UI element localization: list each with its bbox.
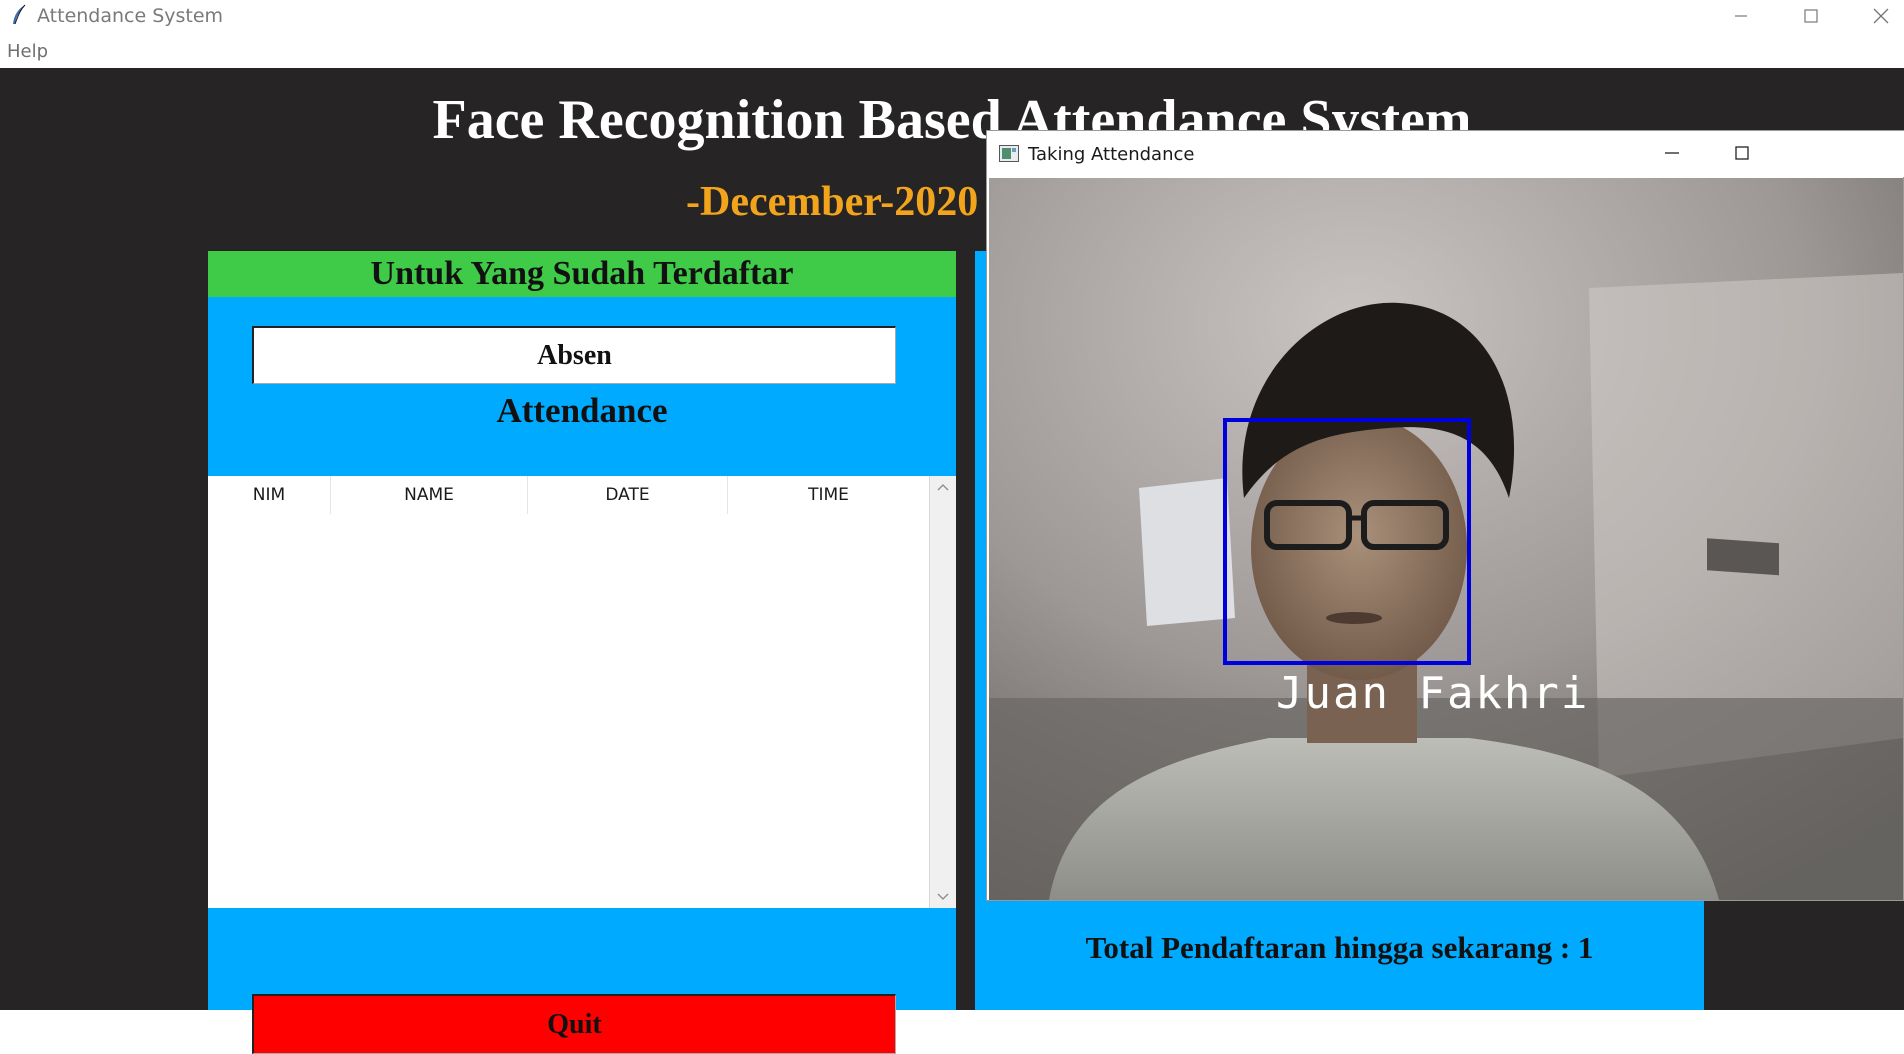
registered-panel-header: Untuk Yang Sudah Terdaftar — [208, 251, 956, 297]
window-title: Attendance System — [37, 5, 224, 27]
window-titlebar: Attendance System — [0, 0, 1904, 32]
total-registration-label: Total Pendaftaran hingga sekarang : 1 — [1085, 930, 1594, 965]
maximize-icon — [1804, 9, 1818, 23]
camera-window: Taking Attendance Juan Fakhri — [986, 130, 1904, 901]
column-header-date[interactable]: DATE — [528, 476, 728, 514]
maximize-button[interactable] — [1776, 0, 1846, 32]
close-icon — [1873, 8, 1889, 24]
menu-bar: Help — [0, 32, 1904, 69]
camera-window-title: Taking Attendance — [1028, 144, 1195, 165]
close-button[interactable] — [1846, 0, 1904, 32]
feather-icon — [13, 4, 26, 25]
attendance-table[interactable]: NIM NAME DATE TIME — [208, 476, 956, 908]
column-header-name[interactable]: NAME — [331, 476, 528, 514]
camera-frame-image — [989, 178, 1903, 900]
date-label: -December-2020 — [686, 179, 979, 225]
attendance-label: Attendance — [496, 391, 668, 430]
quit-button[interactable]: Quit — [252, 994, 896, 1054]
camera-feed: Juan Fakhri — [989, 178, 1903, 900]
table-scrollbar[interactable] — [929, 476, 956, 908]
menu-help[interactable]: Help — [7, 41, 48, 62]
minimize-button[interactable] — [1706, 0, 1776, 32]
scroll-down-icon[interactable] — [936, 892, 950, 902]
image-window-icon — [999, 145, 1019, 162]
column-header-time[interactable]: TIME — [728, 476, 929, 514]
minimize-icon[interactable] — [1663, 144, 1681, 162]
maximize-icon[interactable] — [1733, 144, 1751, 162]
camera-window-titlebar: Taking Attendance — [987, 131, 1904, 177]
absen-button[interactable]: Absen — [252, 326, 896, 384]
column-header-nim[interactable]: NIM — [208, 476, 331, 514]
scroll-up-icon[interactable] — [936, 482, 950, 492]
minimize-icon — [1735, 15, 1747, 17]
recognized-name-label: Juan Fakhri — [1276, 668, 1590, 719]
registration-panel: Total Pendaftaran hingga sekarang : 1 — [975, 899, 1704, 1010]
registered-panel: Untuk Yang Sudah Terdaftar Absen Attenda… — [208, 251, 956, 1054]
